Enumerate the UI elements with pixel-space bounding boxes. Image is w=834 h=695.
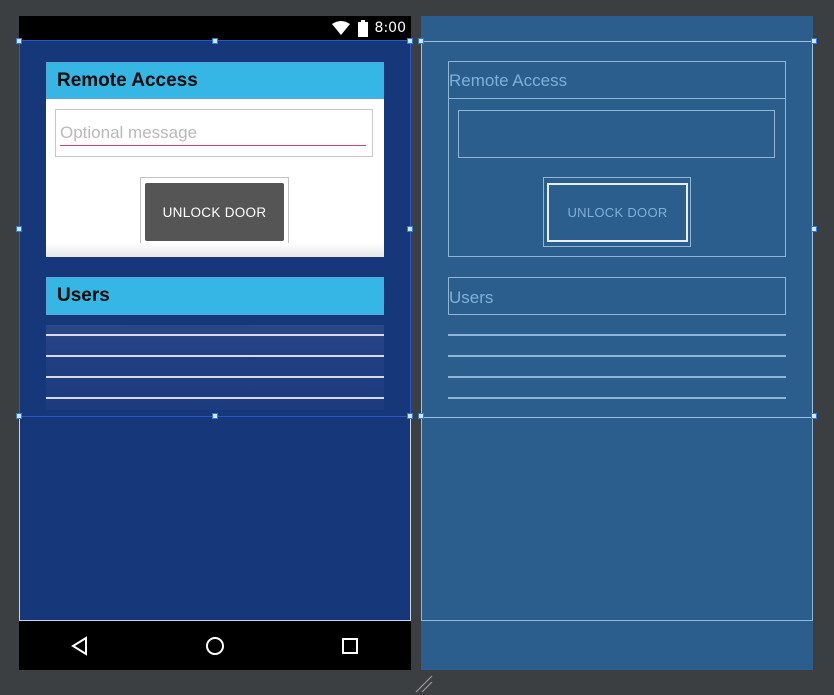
list-divider: [46, 376, 384, 378]
resize-handle[interactable]: [407, 413, 413, 419]
battery-icon: [358, 20, 368, 37]
navigation-bar: [19, 621, 411, 670]
blueprint-list-divider: [448, 355, 786, 357]
resize-handle[interactable]: [16, 226, 22, 232]
status-bar: 8:00: [19, 16, 411, 40]
blueprint-preview: Remote Access UNLOCK DOOR Users: [421, 16, 813, 670]
resize-handle[interactable]: [811, 413, 817, 419]
back-icon[interactable]: [69, 635, 91, 657]
resize-handle[interactable]: [811, 38, 817, 44]
card-shadow: [46, 243, 384, 257]
blueprint-message-field[interactable]: [458, 110, 775, 158]
blueprint-list-divider: [448, 397, 786, 399]
users-list[interactable]: [46, 325, 384, 410]
resize-handle[interactable]: [16, 38, 22, 44]
list-divider: [46, 334, 384, 336]
content-area-outline: [19, 417, 411, 621]
list-divider: [46, 355, 384, 357]
blueprint-list-divider: [448, 334, 786, 336]
optional-message-input[interactable]: [60, 120, 366, 146]
unlock-door-button-frame: UNLOCK DOOR: [140, 177, 289, 248]
resize-handle[interactable]: [418, 413, 424, 419]
home-icon[interactable]: [204, 635, 226, 657]
blueprint-unlock-door-button[interactable]: UNLOCK DOOR: [547, 183, 688, 242]
unlock-door-button[interactable]: UNLOCK DOOR: [145, 183, 284, 241]
resize-grip-icon[interactable]: [414, 674, 434, 694]
recents-icon[interactable]: [339, 635, 361, 657]
resize-handle[interactable]: [811, 226, 817, 232]
resize-handle[interactable]: [212, 38, 218, 44]
wifi-icon: [332, 21, 350, 35]
design-preview: 8:00 Remote Access UNLOCK DOOR Users: [19, 16, 411, 670]
blueprint-content-outline: [421, 417, 813, 621]
resize-handle[interactable]: [212, 413, 218, 419]
blueprint-list-divider: [448, 376, 786, 378]
status-time: 8:00: [374, 20, 406, 36]
resize-handle[interactable]: [407, 38, 413, 44]
blueprint-users-label: Users: [449, 288, 494, 307]
blueprint-remote-access-title[interactable]: Remote Access: [448, 61, 786, 99]
resize-handle[interactable]: [407, 226, 413, 232]
users-title: Users: [46, 277, 384, 315]
list-divider: [46, 397, 384, 399]
blueprint-remote-access-label: Remote Access: [449, 71, 568, 90]
blueprint-users-title[interactable]: Users: [448, 277, 786, 315]
remote-access-card: Remote Access UNLOCK DOOR: [46, 62, 384, 257]
remote-access-body: UNLOCK DOOR: [46, 99, 384, 257]
remote-access-title: Remote Access: [46, 62, 384, 99]
message-field-container: [55, 109, 373, 157]
resize-handle[interactable]: [16, 413, 22, 419]
resize-handle[interactable]: [418, 38, 424, 44]
